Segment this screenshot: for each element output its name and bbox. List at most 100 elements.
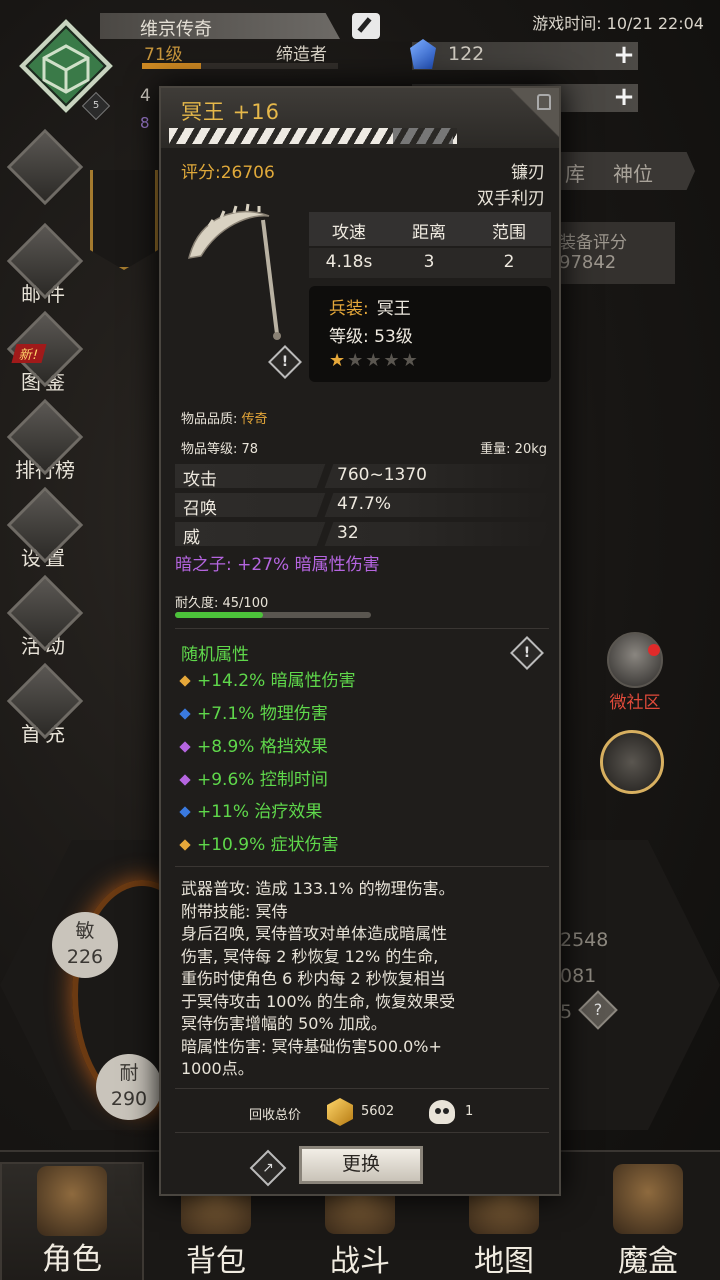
xp-bar	[142, 63, 338, 69]
star-rating: ★★★★★	[329, 350, 420, 371]
nav-character[interactable]: 角色	[0, 1162, 144, 1280]
random-attr: +9.6% 控制时间	[179, 765, 328, 790]
spec-header: 距离	[412, 223, 446, 243]
gem-dot-icon	[179, 708, 191, 720]
item-quality: 物品品质: 传奇	[181, 408, 268, 427]
item-weight: 重量: 20kg	[480, 442, 547, 457]
nav-label: 战斗	[330, 1244, 390, 1279]
game-time: 游戏时间: 10/21 22:04	[532, 14, 704, 33]
share-icon: ↗	[262, 1160, 274, 1176]
crest-icon[interactable]	[600, 730, 664, 794]
avatar-level-badge: 5	[81, 91, 111, 121]
player-level: 71级	[144, 45, 183, 65]
equip-score-panel: 装备评分 97842	[555, 222, 675, 284]
side-item-events[interactable]: 活动	[6, 574, 84, 659]
recycle-row: 回收总价 5602 1	[161, 1098, 559, 1128]
endurance-stat: 耐 290	[96, 1054, 162, 1120]
player-title: 缔造者	[276, 45, 327, 65]
community-label: 微社区	[609, 693, 661, 713]
soldier-value: 冥王	[376, 299, 411, 319]
soldier-level: 等级: 53级	[329, 327, 413, 347]
side-item-mail[interactable]: 邮件	[6, 222, 84, 307]
tab-divine[interactable]: 神位	[613, 158, 653, 187]
item-score: 评分:26706	[181, 163, 275, 183]
add-gems-button[interactable]: +	[612, 42, 636, 68]
partial-number-2: 8	[140, 114, 150, 132]
durability-label: 耐久度: 45/100	[175, 596, 269, 611]
random-attr: +11% 治疗效果	[179, 797, 322, 822]
endurance-label: 耐	[119, 1062, 139, 1084]
random-attrs-title: 随机属性	[181, 645, 249, 665]
base-attr-row: 攻击 760~1370	[175, 464, 551, 488]
spec-header: 范围	[492, 223, 526, 243]
soldier-key: 兵装:	[329, 299, 369, 319]
item-subtype: 双手利刃	[477, 189, 545, 209]
agility-stat: 敏 226	[52, 912, 118, 978]
gem-dot-icon	[179, 839, 191, 851]
agility-label: 敏	[75, 920, 95, 942]
right-tabs: 库 神位	[555, 152, 695, 190]
item-type: 镰刃	[511, 163, 545, 183]
item-info-icon[interactable]: !	[268, 345, 302, 379]
player-name-plate: 维京传奇	[100, 13, 340, 39]
add-currency-button[interactable]: +	[612, 84, 636, 110]
right-stat-1: 2548	[560, 929, 609, 951]
random-attr: +8.9% 格挡效果	[179, 732, 328, 757]
spec-value: 2	[503, 252, 515, 272]
equip-score-value: 97842	[559, 252, 617, 273]
attr-value: 32	[337, 523, 359, 543]
attr-key: 威	[183, 528, 200, 548]
side-item-first-recharge[interactable]: 首充	[6, 662, 84, 747]
tab-storage[interactable]: 库	[565, 158, 585, 187]
nav-label: 角色	[42, 1242, 102, 1277]
gem-counter: 122 +	[410, 39, 638, 70]
spec-table: 攻速 距离 范围 4.18s 3 2	[309, 212, 551, 278]
spec-header: 攻速	[332, 223, 366, 243]
cube-emblem-icon	[42, 44, 90, 94]
random-attr: +7.1% 物理伤害	[179, 699, 328, 724]
star-icon: ★	[329, 350, 348, 371]
divider	[175, 866, 549, 867]
skull-icon	[429, 1100, 455, 1124]
lock-corner[interactable]	[509, 88, 559, 138]
spec-value: 3	[423, 252, 435, 272]
attr-key: 召唤	[183, 499, 217, 519]
recycle-skull: 1	[465, 1104, 474, 1119]
durability-bar	[175, 612, 371, 618]
side-item-settings[interactable]: 设置	[6, 486, 84, 571]
scythe-icon	[188, 203, 281, 340]
soldier-box: 兵装: 冥王 等级: 53级 ★★★★★	[309, 286, 551, 382]
nav-label: 魔盒	[618, 1244, 678, 1279]
random-attrs-info-icon[interactable]: !	[510, 636, 544, 670]
base-attr-row: 威 32	[175, 522, 551, 546]
attr-key: 攻击	[183, 470, 217, 490]
recycle-label: 回收总价	[249, 1108, 302, 1123]
swap-button[interactable]: 更换	[299, 1146, 423, 1184]
new-badge: 新!	[11, 344, 47, 363]
gem-dot-icon	[179, 741, 191, 753]
spec-value: 4.18s	[325, 252, 373, 272]
set-bonus: 暗之子: +27% 暗属性伤害	[175, 555, 380, 575]
gem-dot-icon	[179, 675, 191, 687]
side-item-ranking[interactable]: 排行榜	[6, 398, 84, 483]
divider	[175, 1132, 549, 1133]
player-name: 维京传奇	[140, 19, 212, 40]
star-icon: ★	[383, 350, 402, 371]
chevron-down-icon	[6, 128, 84, 206]
base-attr-row: 召唤 47.7%	[175, 493, 551, 517]
gem-dot-icon	[179, 806, 191, 818]
star-icon: ★	[347, 350, 366, 371]
lock-icon[interactable]	[537, 94, 551, 110]
divider	[175, 1088, 549, 1089]
random-attr: +10.9% 症状伤害	[179, 830, 339, 855]
community-button[interactable]: 微社区	[598, 632, 672, 713]
nav-magic-box[interactable]: 魔盒	[576, 1162, 720, 1280]
side-item-collapse[interactable]	[6, 128, 84, 206]
quality-label: 物品品质:	[181, 412, 242, 427]
share-button[interactable]: ↗	[249, 1149, 287, 1187]
edit-name-icon[interactable]	[352, 13, 380, 39]
helmet-icon	[607, 632, 663, 688]
item-name: 冥王 +16	[181, 100, 280, 124]
nav-label: 背包	[186, 1244, 246, 1279]
nav-label: 地图	[474, 1244, 534, 1279]
